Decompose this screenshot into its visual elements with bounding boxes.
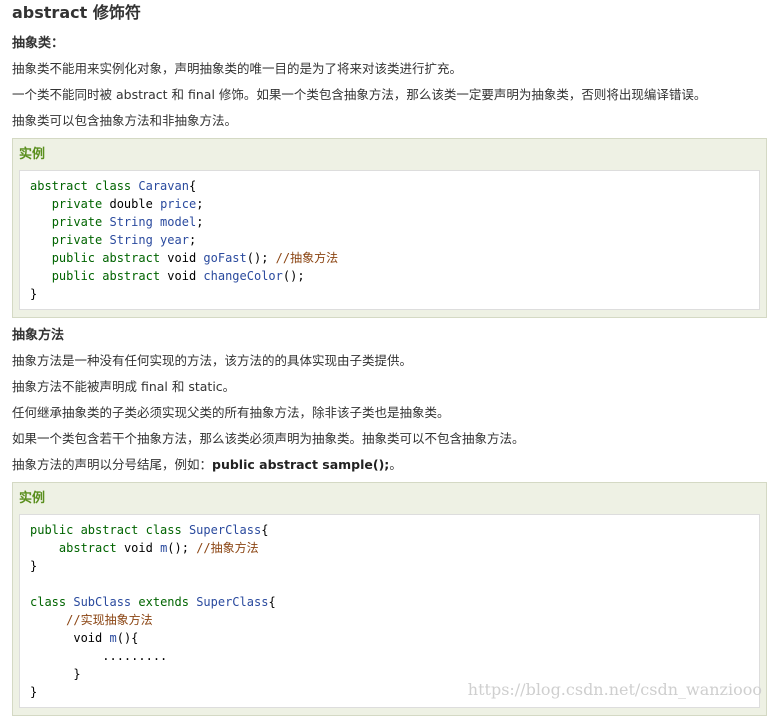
code-token: {: [188, 179, 197, 193]
code-token: extends: [138, 595, 197, 609]
code-token: }: [30, 559, 38, 573]
code-token: public abstract: [51, 269, 168, 283]
code-token: private: [51, 197, 110, 211]
section-heading-abstract-class: 抽象类：: [12, 36, 65, 51]
example-label: 实例: [19, 491, 46, 506]
page-title: abstract 修饰符: [12, 3, 141, 22]
paragraph: 如果一个类包含若干个抽象方法，那么该类必须声明为抽象类。抽象类可以不包含抽象方法…: [12, 431, 525, 446]
code-token: void: [167, 251, 204, 265]
code-token: price: [160, 197, 197, 211]
paragraph: 抽象方法的声明以分号结尾，例如：public abstract sample()…: [12, 452, 774, 478]
code-token: SuperClass: [196, 595, 269, 609]
code-token: //实现抽象方法: [66, 613, 153, 627]
code-token: changeColor: [203, 269, 283, 283]
paragraph: 抽象方法是一种没有任何实现的方法，该方法的的具体实现由子类提供。: [12, 353, 413, 368]
code-token: .........: [30, 649, 168, 663]
code-line: public abstract void goFast(); //抽象方法: [30, 249, 749, 267]
code-token: ;: [188, 233, 197, 247]
code-token: String model: [109, 215, 197, 229]
code-token: goFast: [203, 251, 247, 265]
code-token: ();: [246, 251, 276, 265]
code-line: private String model;: [30, 213, 749, 231]
paragraph: 一个类不能同时被 abstract 和 final 修饰。如果一个类包含抽象方法…: [12, 87, 707, 102]
watermark: https://blog.csdn.net/csdn_wanziooo: [467, 680, 762, 699]
code-token: double: [109, 197, 161, 211]
code-token: abstract class: [30, 179, 139, 193]
code-block-2: public abstract class SuperClass{ abstra…: [19, 514, 760, 708]
text: 抽象方法的声明以分号结尾，例如：: [12, 457, 213, 472]
code-token: ();: [282, 269, 305, 283]
code-token: class: [30, 595, 74, 609]
example-label: 实例: [19, 147, 46, 162]
code-line: class SubClass extends SuperClass{: [30, 593, 749, 611]
code-token: m: [109, 631, 117, 645]
paragraph: 抽象方法不能被声明成 final 和 static。: [12, 379, 236, 394]
code-line: }: [30, 557, 749, 575]
code-token: (){: [116, 631, 139, 645]
code-line: void m(){: [30, 629, 749, 647]
code-inline: public abstract sample();: [212, 457, 390, 472]
code-token: ;: [196, 197, 211, 211]
code-token: //抽象方法: [196, 541, 259, 555]
code-token: ;: [196, 215, 204, 229]
code-line: private double price;: [30, 195, 749, 213]
section-heading-abstract-method: 抽象方法: [12, 328, 65, 343]
code-token: }: [30, 287, 38, 301]
code-line: }: [30, 285, 749, 303]
code-token: SuperClass: [188, 523, 262, 537]
code-token: private: [51, 215, 110, 229]
article: abstract 修饰符 抽象类： 抽象类不能用来实例化对象，声明抽象类的唯一目…: [0, 0, 774, 716]
code-block-1: abstract class Caravan{ private double p…: [19, 170, 760, 310]
code-token: }: [30, 685, 38, 699]
code-token: String year: [109, 233, 189, 247]
code-token: void: [123, 541, 161, 555]
code-token: public abstract: [51, 251, 168, 265]
code-token: public abstract class: [30, 523, 189, 537]
paragraph: 抽象类不能用来实例化对象，声明抽象类的唯一目的是为了将来对该类进行扩充。: [12, 61, 463, 76]
code-token: Caravan: [138, 179, 189, 193]
code-line: abstract class Caravan{: [30, 177, 749, 195]
code-token: void: [73, 631, 110, 645]
code-token: SubClass: [73, 595, 139, 609]
code-token: {: [268, 595, 276, 609]
text: 。: [389, 457, 402, 472]
code-line: public abstract class SuperClass{: [30, 521, 749, 539]
code-line: public abstract void changeColor();: [30, 267, 749, 285]
paragraph: 任何继承抽象类的子类必须实现父类的所有抽象方法，除非该子类也是抽象类。: [12, 405, 450, 420]
code-token: void: [167, 269, 204, 283]
code-line: //实现抽象方法: [30, 611, 749, 629]
code-line: abstract void m(); //抽象方法: [30, 539, 749, 557]
paragraph: 抽象类可以包含抽象方法和非抽象方法。: [12, 113, 238, 128]
code-token: }: [30, 667, 81, 681]
example-box-1: 实例 abstract class Caravan{ private doubl…: [12, 138, 767, 318]
code-token: {: [261, 523, 269, 537]
code-token: ();: [167, 541, 197, 555]
code-line: .........: [30, 647, 749, 665]
code-token: //抽象方法: [275, 251, 339, 265]
code-token: abstract: [58, 541, 124, 555]
code-line: private String year;: [30, 231, 749, 249]
code-token: private: [51, 233, 110, 247]
